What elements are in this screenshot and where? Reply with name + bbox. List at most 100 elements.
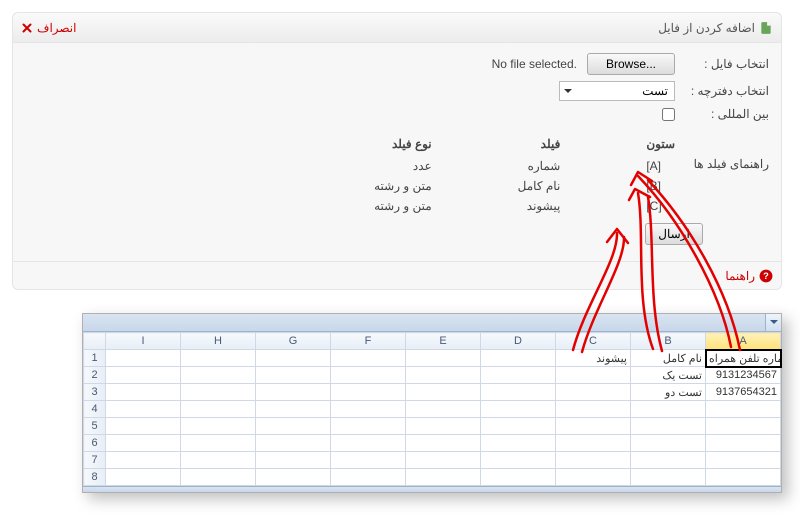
cell[interactable]: 9137654321	[706, 384, 781, 401]
cell[interactable]	[556, 384, 631, 401]
browse-button[interactable]: Browse...	[587, 53, 675, 75]
cell[interactable]	[406, 469, 481, 486]
row-header[interactable]: 7	[84, 452, 106, 469]
cancel-button[interactable]: انصراف	[21, 21, 76, 35]
cell[interactable]: 9131234567	[706, 367, 781, 384]
cell[interactable]	[406, 367, 481, 384]
col-header-f[interactable]: F	[331, 333, 406, 350]
cell[interactable]	[631, 469, 706, 486]
cell[interactable]	[481, 435, 556, 452]
cell[interactable]	[331, 435, 406, 452]
row-header[interactable]: 4	[84, 401, 106, 418]
cell[interactable]	[406, 384, 481, 401]
phonebook-select[interactable]	[559, 81, 675, 101]
international-checkbox[interactable]	[662, 108, 675, 121]
cell[interactable]	[106, 435, 181, 452]
cell[interactable]	[406, 418, 481, 435]
cell[interactable]	[556, 367, 631, 384]
cell[interactable]	[481, 469, 556, 486]
cell[interactable]	[631, 401, 706, 418]
send-button[interactable]: ارسال	[645, 223, 703, 245]
col-header-i[interactable]: I	[106, 333, 181, 350]
cell[interactable]	[706, 401, 781, 418]
cell[interactable]	[106, 469, 181, 486]
cell[interactable]	[331, 401, 406, 418]
cell[interactable]	[256, 435, 331, 452]
cell[interactable]	[331, 418, 406, 435]
cell[interactable]: تست دو	[631, 384, 706, 401]
help-button[interactable]: ? راهنما	[725, 269, 773, 283]
cell[interactable]	[556, 452, 631, 469]
col-header-g[interactable]: G	[256, 333, 331, 350]
dialog-header: اضافه کردن از فایل انصراف	[13, 13, 781, 43]
cell[interactable]	[481, 401, 556, 418]
cell[interactable]	[406, 401, 481, 418]
cell[interactable]	[181, 367, 256, 384]
cell[interactable]: پیشوند	[556, 350, 631, 367]
cell[interactable]	[256, 350, 331, 367]
cell[interactable]	[556, 435, 631, 452]
cell[interactable]	[406, 350, 481, 367]
cell[interactable]	[481, 418, 556, 435]
cell[interactable]	[406, 452, 481, 469]
cell[interactable]	[106, 401, 181, 418]
cell[interactable]	[706, 435, 781, 452]
col-header-b[interactable]: B	[631, 333, 706, 350]
cell[interactable]	[181, 452, 256, 469]
cell[interactable]	[256, 401, 331, 418]
col-header-e[interactable]: E	[406, 333, 481, 350]
cell[interactable]	[556, 469, 631, 486]
cell[interactable]	[331, 384, 406, 401]
row-header[interactable]: 3	[84, 384, 106, 401]
guide-column-col: ستون [A] [B] [C]	[646, 137, 675, 213]
col-header-h[interactable]: H	[181, 333, 256, 350]
cell[interactable]	[181, 350, 256, 367]
cell[interactable]	[706, 469, 781, 486]
cell[interactable]	[106, 350, 181, 367]
cell[interactable]	[106, 367, 181, 384]
cell[interactable]	[256, 384, 331, 401]
cell[interactable]	[256, 452, 331, 469]
row-header[interactable]: 6	[84, 435, 106, 452]
sheet-table[interactable]: I H G F E D C B A 1 پیشوندنام کاملشماره ت…	[83, 332, 781, 486]
cell[interactable]	[706, 452, 781, 469]
cell[interactable]	[256, 367, 331, 384]
cell[interactable]	[256, 469, 331, 486]
cell[interactable]	[331, 367, 406, 384]
cell[interactable]: نام کامل	[631, 350, 706, 367]
cell[interactable]	[181, 384, 256, 401]
row-header[interactable]: 8	[84, 469, 106, 486]
cell[interactable]	[631, 452, 706, 469]
cell[interactable]	[331, 452, 406, 469]
cell[interactable]	[706, 418, 781, 435]
cell[interactable]	[256, 418, 331, 435]
cell[interactable]: شماره تلفن همراه	[706, 350, 781, 367]
row-header[interactable]: 5	[84, 418, 106, 435]
cell[interactable]: تست یک	[631, 367, 706, 384]
sheet-dropdown-button[interactable]	[765, 314, 781, 331]
cell[interactable]	[106, 418, 181, 435]
cell[interactable]	[481, 367, 556, 384]
cell[interactable]	[481, 350, 556, 367]
cell[interactable]	[631, 435, 706, 452]
cell[interactable]	[631, 418, 706, 435]
cell[interactable]	[181, 418, 256, 435]
cell[interactable]	[331, 350, 406, 367]
cell[interactable]	[181, 401, 256, 418]
cell[interactable]	[556, 401, 631, 418]
col-header-c[interactable]: C	[556, 333, 631, 350]
cell[interactable]	[106, 384, 181, 401]
cancel-label: انصراف	[37, 21, 76, 35]
row-header[interactable]: 1	[84, 350, 106, 367]
col-header-d[interactable]: D	[481, 333, 556, 350]
cell[interactable]	[481, 384, 556, 401]
col-header-a[interactable]: A	[706, 333, 781, 350]
row-header[interactable]: 2	[84, 367, 106, 384]
cell[interactable]	[406, 435, 481, 452]
cell[interactable]	[181, 435, 256, 452]
cell[interactable]	[181, 469, 256, 486]
cell[interactable]	[481, 452, 556, 469]
cell[interactable]	[106, 452, 181, 469]
cell[interactable]	[556, 418, 631, 435]
cell[interactable]	[331, 469, 406, 486]
